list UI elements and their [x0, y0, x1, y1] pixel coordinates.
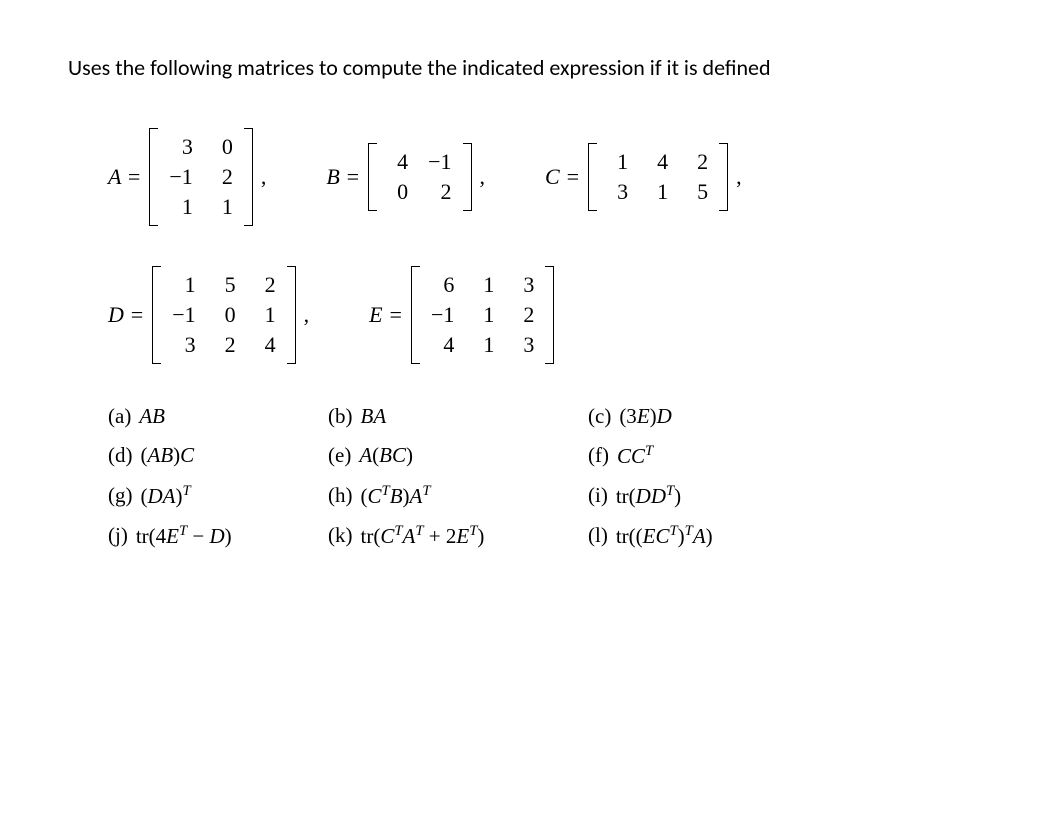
problem-a: (a) AB	[108, 404, 328, 429]
problem-l: (l) tr((ECT)TA)	[588, 523, 1003, 549]
problem-j: (j) tr(4ET − D)	[108, 523, 328, 549]
matrix-E-label: E =	[369, 302, 403, 328]
problem-i: (i) tr(DDT)	[588, 483, 1003, 509]
matrix-C: C = 142315,	[545, 143, 742, 211]
problem-c: (c) (3E)D	[588, 404, 1003, 429]
matrix-A-label: A =	[108, 164, 141, 190]
problem-d: (d) (AB)C	[108, 443, 328, 469]
matrix-C-label: C =	[545, 164, 580, 190]
matrix-A: A = 30−1211,	[108, 128, 266, 226]
problem-g: (g) (DA)T	[108, 483, 328, 509]
matrix-D: D = 152−101324,	[108, 266, 309, 364]
problem-e: (e) A(BC)	[328, 443, 588, 469]
matrix-row-2: D = 152−101324, E = 613−112413	[108, 266, 1003, 364]
problem-h: (h) (CTB)AT	[328, 483, 588, 509]
matrix-B-label: B =	[326, 164, 360, 190]
problem-list: (a) AB (b) BA (c) (3E)D (d) (AB)C (e) A(…	[108, 404, 1003, 549]
intro-text: Uses the following matrices to compute t…	[68, 48, 1003, 88]
matrix-E: E = 613−112413	[369, 266, 562, 364]
matrix-D-label: D =	[108, 302, 144, 328]
matrix-B: B = 4−102,	[326, 143, 485, 211]
matrix-row-1: A = 30−1211, B = 4−102, C = 142315,	[108, 128, 1003, 226]
problem-f: (f) CCT	[588, 443, 1003, 469]
problem-k: (k) tr(CTAT + 2ET)	[328, 523, 588, 549]
problem-b: (b) BA	[328, 404, 588, 429]
